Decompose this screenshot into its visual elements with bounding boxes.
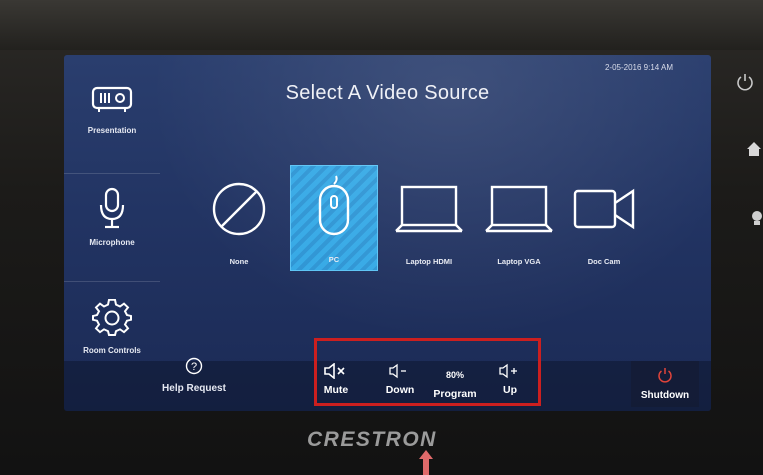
- sidebar-item-presentation[interactable]: Presentation: [64, 83, 160, 135]
- sidebar-item-microphone[interactable]: Microphone: [64, 187, 160, 247]
- sidebar-divider: [64, 281, 160, 282]
- power-icon: [737, 74, 753, 91]
- source-label: None: [229, 257, 249, 266]
- help-request-button[interactable]: ? Help Request: [154, 357, 234, 394]
- source-label: Doc Cam: [587, 257, 621, 266]
- shutdown-button[interactable]: Shutdown: [631, 361, 699, 407]
- shutdown-label: Shutdown: [640, 390, 690, 401]
- bezel-top-edge: [0, 0, 763, 50]
- help-request-label: Help Request: [162, 383, 226, 394]
- source-label: Laptop HDMI: [405, 257, 453, 266]
- source-label: Laptop VGA: [497, 257, 541, 266]
- light-hardware-button[interactable]: [750, 210, 763, 233]
- source-laptop-hdmi[interactable]: Laptop HDMI: [386, 165, 472, 269]
- sidebar-item-label: Presentation: [87, 126, 137, 135]
- power-hardware-button[interactable]: [735, 72, 755, 97]
- crestron-logo: CRESTRON: [307, 428, 437, 451]
- source-none[interactable]: None: [196, 165, 282, 269]
- laptop-icon: [395, 185, 463, 233]
- home-icon: [747, 142, 761, 156]
- sidebar-item-label: Microphone: [89, 238, 135, 247]
- gear-icon: [92, 298, 132, 336]
- svg-text:?: ?: [191, 361, 197, 373]
- annotation-highlight-box: [314, 338, 541, 406]
- annotation-arrow-icon: [419, 450, 433, 475]
- laptop-icon: [485, 185, 553, 233]
- source-laptop-vga[interactable]: Laptop VGA: [476, 165, 562, 269]
- projector-icon: [91, 86, 133, 112]
- home-hardware-button[interactable]: [745, 140, 763, 163]
- source-label: PC: [328, 255, 340, 264]
- sidebar-divider: [64, 173, 160, 174]
- sidebar-item-room-controls[interactable]: Room Controls: [64, 298, 160, 355]
- camera-icon: [573, 188, 635, 230]
- help-icon: ?: [185, 357, 203, 375]
- power-icon: [658, 368, 672, 383]
- microphone-icon: [99, 187, 125, 229]
- source-doc-cam[interactable]: Doc Cam: [561, 165, 647, 269]
- page-title: Select A Video Source: [285, 82, 490, 104]
- source-pc[interactable]: PC: [290, 165, 378, 271]
- datetime-label: 2-05-2016 9:14 AM: [604, 63, 673, 72]
- lightbulb-icon: [752, 211, 762, 225]
- mouse-icon: [318, 175, 350, 236]
- sidebar-item-label: Room Controls: [83, 346, 141, 355]
- none-icon: [212, 182, 266, 236]
